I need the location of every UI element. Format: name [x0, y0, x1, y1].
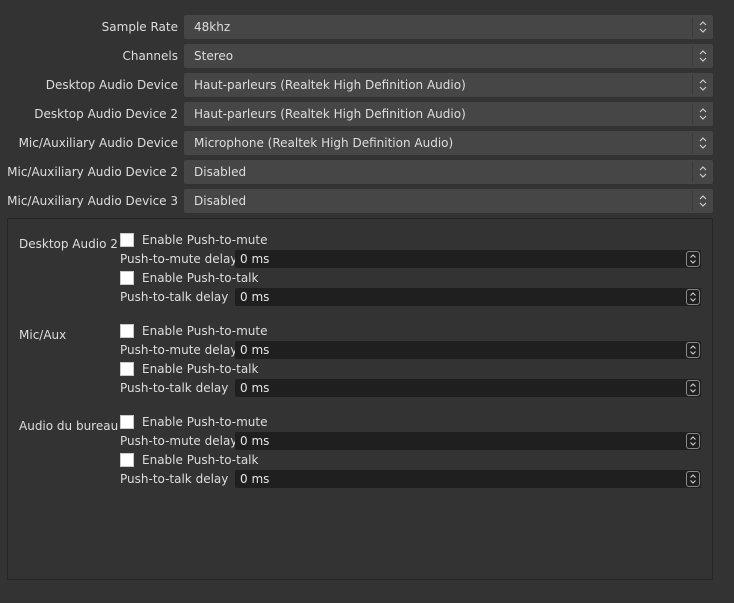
updown-chevron-icon	[699, 21, 707, 33]
desktop-audio-device-2-row: Desktop Audio Device 2 Haut-parleurs (Re…	[0, 102, 734, 126]
push-to-talk-label: Enable Push-to-talk	[142, 271, 259, 285]
desktop-audio-device-combo[interactable]: Haut-parleurs (Realtek High Definition A…	[184, 73, 713, 97]
push-to-mute-delay-value: 0 ms	[240, 434, 270, 448]
updown-chevron-icon	[699, 50, 707, 62]
push-to-talk-delay-label: Push-to-talk delay	[120, 381, 229, 395]
updown-chevron-icon	[690, 436, 696, 446]
sample-rate-row: Sample Rate 48khz	[0, 15, 734, 39]
push-to-talk-delay-row: Push-to-talk delay 0 ms	[120, 288, 701, 306]
push-to-talk-delay-row: Push-to-talk delay 0 ms	[120, 379, 701, 397]
group-label-audio-du-bureau: Audio du bureau	[19, 419, 119, 433]
updown-chevron-icon	[699, 195, 707, 207]
sample-rate-label: Sample Rate	[101, 20, 178, 34]
push-to-talk-delay-value: 0 ms	[240, 290, 270, 304]
push-to-mute-delay-spinbox[interactable]: 0 ms	[235, 250, 701, 268]
updown-chevron-icon	[699, 137, 707, 149]
push-to-mute-delay-row: Push-to-mute delay 0 ms	[120, 250, 701, 268]
sample-rate-combo[interactable]: 48khz	[184, 15, 713, 39]
mic-aux-device-3-value: Disabled	[194, 194, 247, 208]
updown-chevron-icon	[699, 108, 707, 120]
updown-chevron-icon	[690, 254, 696, 264]
mic-aux-device-label: Mic/Auxiliary Audio Device	[18, 136, 178, 150]
desktop-audio-device-2-combo[interactable]: Haut-parleurs (Realtek High Definition A…	[184, 102, 713, 126]
push-to-mute-label: Enable Push-to-mute	[142, 415, 268, 429]
desktop-audio-device-2-value: Haut-parleurs (Realtek High Definition A…	[194, 107, 466, 121]
desktop-audio-device-row: Desktop Audio Device Haut-parleurs (Real…	[0, 73, 734, 97]
push-to-talk-label: Enable Push-to-talk	[142, 453, 259, 467]
updown-chevron-icon	[699, 166, 707, 178]
push-to-mute-checkbox[interactable]	[120, 415, 134, 429]
channels-row: Channels Stereo	[0, 44, 734, 68]
push-to-talk-delay-spinbox[interactable]: 0 ms	[235, 470, 701, 488]
combo-divider	[692, 191, 693, 211]
push-to-talk-delay-spinbox[interactable]: 0 ms	[235, 379, 701, 397]
push-to-mute-label: Enable Push-to-mute	[142, 324, 268, 338]
channels-value: Stereo	[194, 49, 234, 63]
push-to-talk-delay-value: 0 ms	[240, 472, 270, 486]
push-to-mute-label: Enable Push-to-mute	[142, 233, 268, 247]
push-to-talk-delay-spinbox[interactable]: 0 ms	[235, 288, 701, 306]
mic-aux-device-3-row: Mic/Auxiliary Audio Device 3 Disabled	[0, 189, 734, 213]
spin-stepper-button[interactable]	[686, 433, 700, 449]
mic-aux-device-2-row: Mic/Auxiliary Audio Device 2 Disabled	[0, 160, 734, 184]
updown-chevron-icon	[690, 292, 696, 302]
push-to-mute-delay-label: Push-to-mute delay	[120, 252, 238, 266]
push-to-mute-delay-spinbox[interactable]: 0 ms	[235, 432, 701, 450]
hotkeys-panel	[7, 218, 713, 580]
spin-stepper-button[interactable]	[686, 380, 700, 396]
push-to-mute-delay-label: Push-to-mute delay	[120, 434, 238, 448]
mic-aux-device-2-value: Disabled	[194, 165, 247, 179]
spin-stepper-button[interactable]	[686, 471, 700, 487]
combo-divider	[692, 46, 693, 66]
mic-aux-device-row: Mic/Auxiliary Audio Device Microphone (R…	[0, 131, 734, 155]
push-to-talk-checkbox[interactable]	[120, 362, 134, 376]
push-to-mute-delay-row: Push-to-mute delay 0 ms	[120, 341, 701, 359]
mic-aux-device-2-label: Mic/Auxiliary Audio Device 2	[7, 165, 178, 179]
combo-divider	[692, 75, 693, 95]
push-to-mute-checkbox[interactable]	[120, 324, 134, 338]
mic-aux-device-combo[interactable]: Microphone (Realtek High Definition Audi…	[184, 131, 713, 155]
updown-chevron-icon	[690, 383, 696, 393]
push-to-talk-checkbox[interactable]	[120, 453, 134, 467]
push-to-mute-delay-value: 0 ms	[240, 252, 270, 266]
updown-chevron-icon	[699, 79, 707, 91]
spin-stepper-button[interactable]	[686, 342, 700, 358]
channels-label: Channels	[122, 49, 178, 63]
group-label-mic-aux: Mic/Aux	[19, 328, 67, 342]
desktop-audio-device-2-label: Desktop Audio Device 2	[34, 107, 178, 121]
combo-divider	[692, 104, 693, 124]
push-to-talk-checkbox[interactable]	[120, 271, 134, 285]
mic-aux-device-2-combo[interactable]: Disabled	[184, 160, 713, 184]
desktop-audio-device-label: Desktop Audio Device	[45, 78, 178, 92]
push-to-talk-delay-value: 0 ms	[240, 381, 270, 395]
desktop-audio-device-value: Haut-parleurs (Realtek High Definition A…	[194, 78, 466, 92]
push-to-mute-delay-value: 0 ms	[240, 343, 270, 357]
updown-chevron-icon	[690, 345, 696, 355]
combo-divider	[692, 133, 693, 153]
push-to-talk-delay-label: Push-to-talk delay	[120, 472, 229, 486]
push-to-mute-delay-label: Push-to-mute delay	[120, 343, 238, 357]
mic-aux-device-3-label: Mic/Auxiliary Audio Device 3	[7, 194, 178, 208]
combo-divider	[692, 17, 693, 37]
push-to-mute-checkbox[interactable]	[120, 233, 134, 247]
push-to-talk-label: Enable Push-to-talk	[142, 362, 259, 376]
combo-divider	[692, 162, 693, 182]
sample-rate-value: 48khz	[194, 20, 231, 34]
updown-chevron-icon	[690, 474, 696, 484]
mic-aux-device-3-combo[interactable]: Disabled	[184, 189, 713, 213]
spin-stepper-button[interactable]	[686, 289, 700, 305]
push-to-mute-delay-row: Push-to-mute delay 0 ms	[120, 432, 701, 450]
spin-stepper-button[interactable]	[686, 251, 700, 267]
group-label-desktop-audio-2: Desktop Audio 2	[19, 237, 118, 251]
push-to-talk-delay-row: Push-to-talk delay 0 ms	[120, 470, 701, 488]
push-to-talk-delay-label: Push-to-talk delay	[120, 290, 229, 304]
mic-aux-device-value: Microphone (Realtek High Definition Audi…	[194, 136, 454, 150]
channels-combo[interactable]: Stereo	[184, 44, 713, 68]
push-to-mute-delay-spinbox[interactable]: 0 ms	[235, 341, 701, 359]
